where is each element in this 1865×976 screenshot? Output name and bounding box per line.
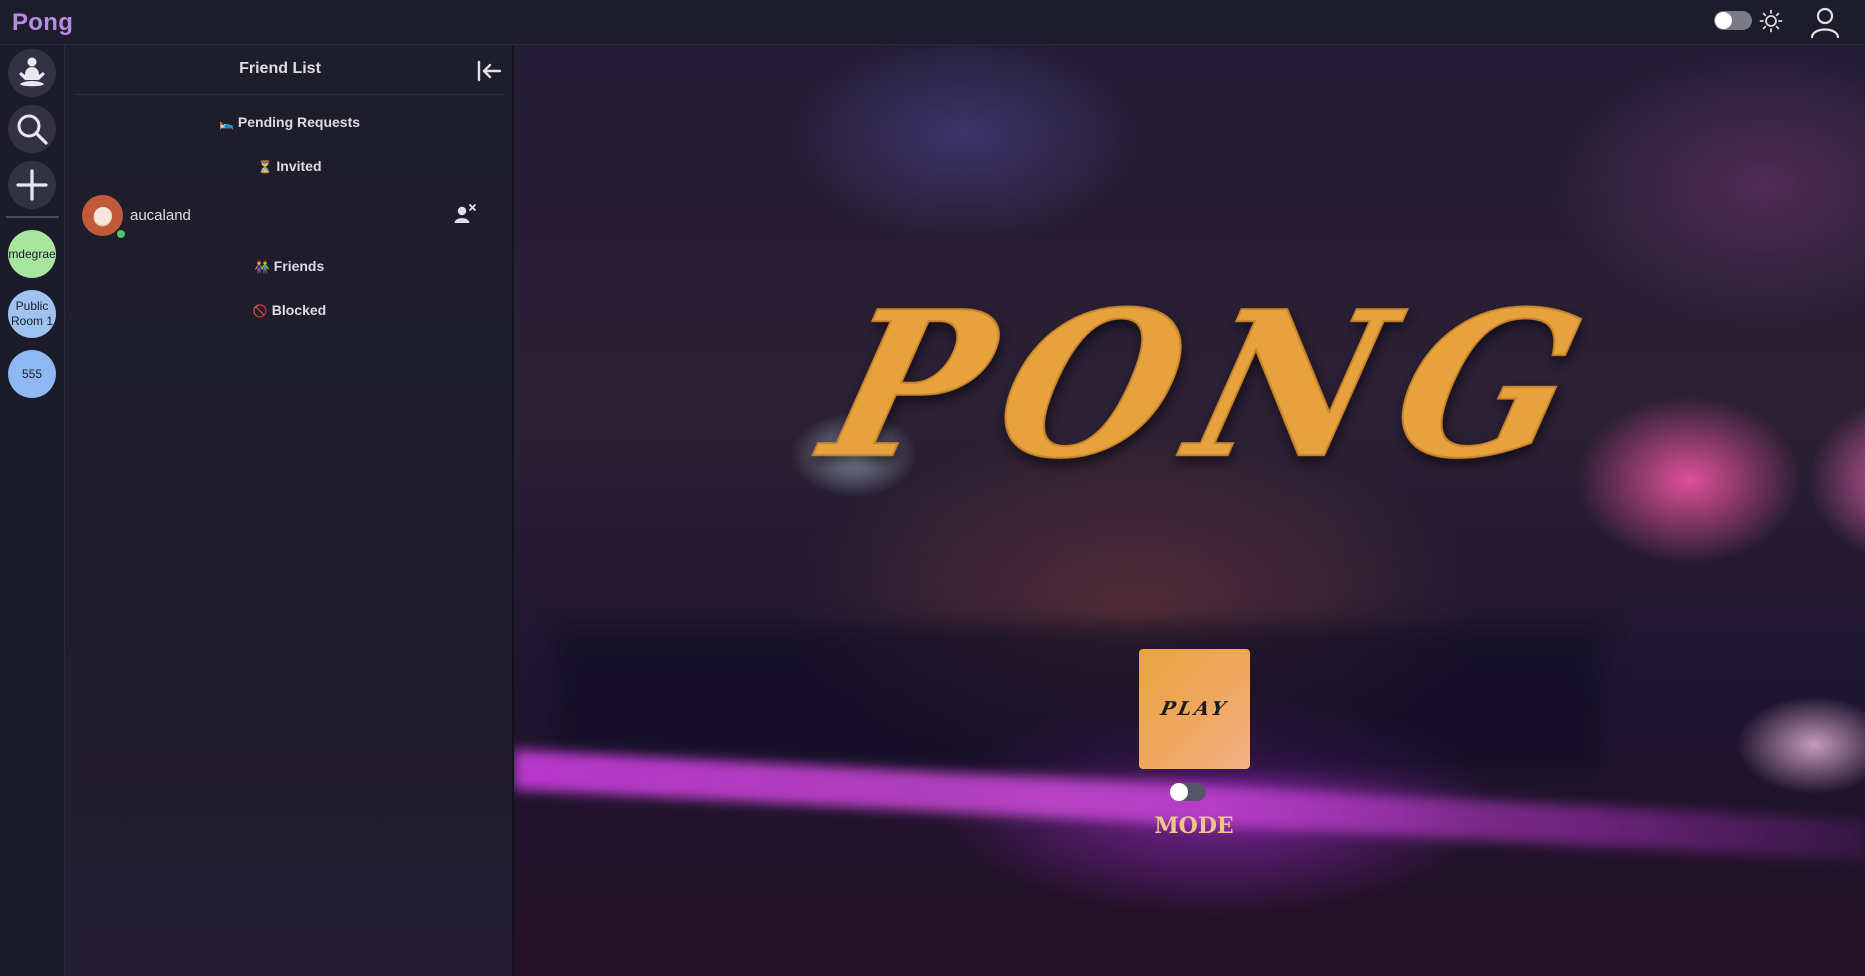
section-blocked[interactable]: 🚫 Blocked	[75, 302, 504, 318]
friend-name[interactable]: aucaland	[130, 207, 191, 224]
play-label: PLAY	[1158, 698, 1231, 720]
search-icon	[17, 114, 48, 145]
room-button-public-room-1[interactable]: Public Room 1	[8, 290, 56, 338]
sun-icon[interactable]	[1759, 9, 1783, 33]
avatar[interactable]	[82, 195, 127, 240]
add-button[interactable]	[8, 161, 56, 209]
friend-list-title: Friend List	[239, 60, 321, 77]
blocked-icon: 🚫	[252, 304, 268, 318]
online-status-indicator	[115, 228, 127, 240]
theme-toggle[interactable]	[1714, 11, 1752, 30]
friend-list-header: Friend List	[75, 45, 504, 95]
left-rail: mdegrae Public Room 1 555	[0, 45, 65, 976]
friend-list-panel: Friend List 🛌 Pending Requests ⏳ Invited a…	[65, 45, 514, 976]
section-pending-requests[interactable]: 🛌 Pending Requests	[75, 114, 504, 130]
section-friends[interactable]: 👫 Friends	[75, 258, 504, 274]
hourglass-icon: ⏳	[257, 160, 273, 174]
meditation-button[interactable]	[8, 49, 56, 97]
app-title[interactable]: Pong	[12, 9, 73, 37]
user-icon[interactable]	[1810, 6, 1840, 38]
meditation-icon	[19, 57, 45, 87]
plus-icon	[16, 169, 48, 201]
room-button-555[interactable]: 555	[8, 350, 56, 398]
mode-toggle-knob	[1170, 783, 1188, 801]
section-label: Blocked	[271, 302, 327, 318]
room-label: 555	[21, 366, 43, 381]
main-area: PONG PLAY MODE	[514, 45, 1865, 976]
collapse-panel-icon[interactable]	[476, 59, 502, 83]
avatar-face	[94, 207, 112, 225]
theme-toggle-knob	[1715, 12, 1732, 29]
section-label: Friends	[273, 258, 325, 274]
room-label: Public Room 1	[10, 299, 54, 328]
mode-label: MODE	[1154, 813, 1234, 839]
background-table	[554, 625, 1604, 775]
section-invited[interactable]: ⏳ Invited	[75, 158, 504, 174]
logo-text: PONG	[804, 267, 1604, 502]
bed-icon: 🛌	[218, 116, 234, 130]
rail-divider	[6, 216, 59, 218]
room-label: mdegrae	[8, 246, 56, 261]
mode-toggle[interactable]	[1170, 783, 1206, 801]
cancel-invite-icon[interactable]	[453, 202, 477, 226]
top-bar: Pong	[0, 0, 1865, 45]
friend-row-aucaland[interactable]: aucaland	[75, 193, 495, 240]
section-label: Pending Requests	[237, 114, 361, 130]
pong-logo: PONG	[804, 266, 1604, 503]
room-button-mdegrae[interactable]: mdegrae	[8, 230, 56, 278]
play-button[interactable]: PLAY	[1139, 649, 1250, 769]
search-button[interactable]	[8, 105, 56, 153]
friends-icon: 👫	[254, 260, 270, 274]
section-label: Invited	[276, 158, 322, 174]
